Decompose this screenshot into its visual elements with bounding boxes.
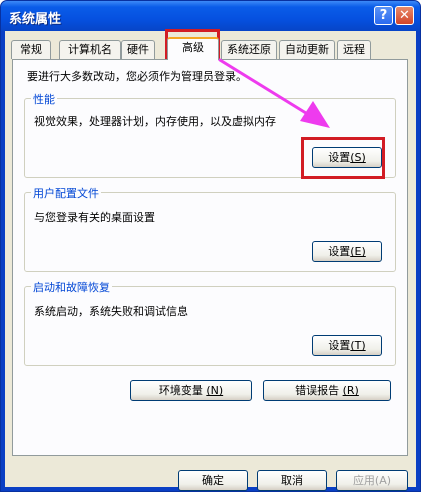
tab-advanced[interactable]: 高级	[167, 37, 219, 60]
annotation-arrow-icon	[218, 58, 330, 128]
